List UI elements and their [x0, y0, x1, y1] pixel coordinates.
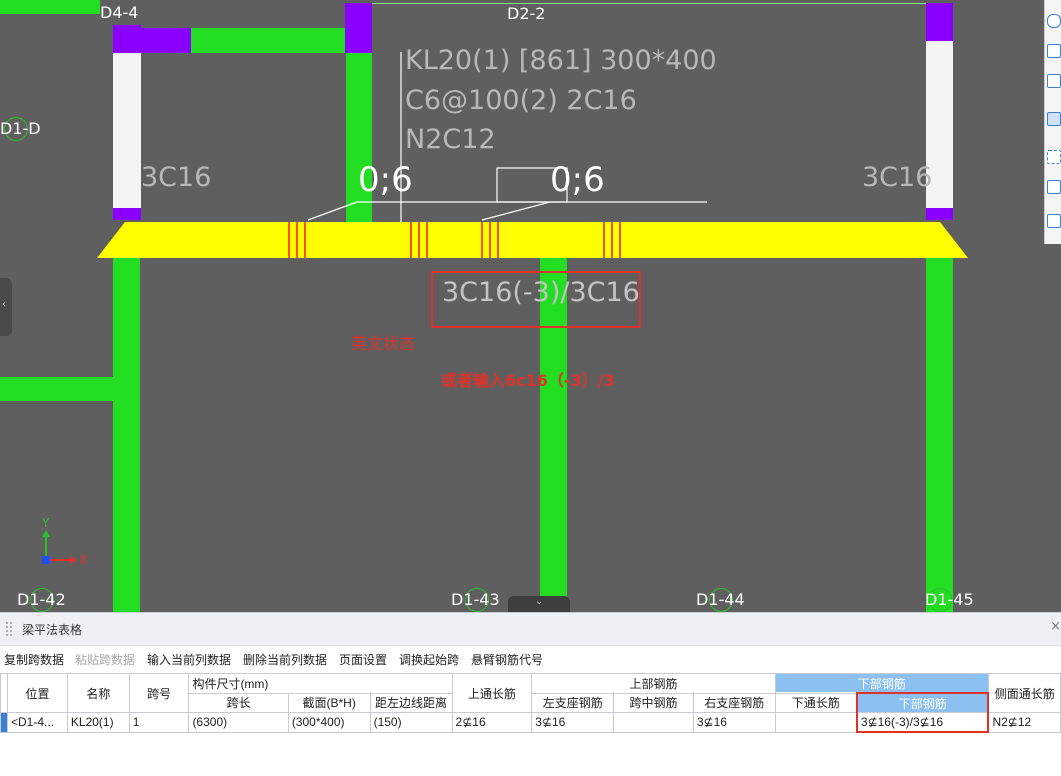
page-setup-button[interactable]: 页面设置: [339, 651, 387, 668]
support-rebar-right: 3C16: [862, 162, 933, 193]
dimension-label-right: 0;6: [550, 160, 605, 200]
close-icon[interactable]: ×: [1050, 619, 1061, 634]
header-edge-distance: 距左边线距离: [369, 692, 453, 713]
chevron-down-icon: ⌄: [535, 596, 544, 607]
note-or-input: 或者输入6c16（-3）/3: [441, 371, 615, 390]
header-member-size: 构件尺寸(mm): [188, 673, 453, 694]
panel-header[interactable]: 梁平法表格 ×: [0, 612, 1061, 646]
coord-y-label: Y: [42, 516, 50, 530]
header-bottom-rebar-group: 下部钢筋: [774, 673, 989, 694]
cantilever-rebar-code-button[interactable]: 悬臂钢筋代号: [471, 651, 543, 668]
cell-right-support[interactable]: 3⊈16: [692, 712, 776, 733]
coordinate-axes-icon: [42, 530, 77, 564]
cell-edge-distance[interactable]: (150): [369, 712, 453, 733]
header-name: 名称: [66, 673, 130, 713]
beam-annotation-line3: N2C12: [405, 124, 496, 155]
header-span-length: 跨长: [188, 692, 289, 713]
box-view-icon[interactable]: [1047, 74, 1061, 88]
cell-name[interactable]: KL20(1): [66, 712, 130, 733]
axis-label-top-left: D4-4: [100, 3, 139, 22]
header-side-continuous: 侧面通长筋: [987, 673, 1061, 713]
delete-current-column-button[interactable]: 删除当前列数据: [243, 651, 327, 668]
drag-grip-icon[interactable]: [6, 622, 12, 636]
selected-beam-kl20: [97, 222, 968, 258]
header-left-support: 左支座钢筋: [531, 692, 615, 713]
header-bottom-continuous: 下通长筋: [774, 692, 858, 713]
paste-span-data-button[interactable]: 粘贴跨数据: [75, 651, 135, 668]
cell-position[interactable]: <D1-4...: [7, 712, 68, 733]
support-rebar-left: 3C16: [141, 162, 212, 193]
header-top-rebar: 上部钢筋: [531, 673, 776, 694]
cell-mid-span[interactable]: [613, 712, 694, 733]
cad-drawing-canvas[interactable]: D4-4 D2-2 D1-D D1-42 D1-43 D1-44 D1-45 K…: [0, 0, 1061, 612]
note-english-state: 英文状态: [351, 334, 416, 353]
axis-label-left: D1-D: [0, 119, 41, 138]
bottom-rebar-label: 3C16(-3)/3C16: [442, 277, 640, 308]
beam-table-panel: 梁平法表格 × 复制跨数据 粘贴跨数据 输入当前列数据 删除当前列数据 页面设置…: [0, 612, 1061, 776]
cube-icon[interactable]: [1047, 180, 1061, 194]
cell-top-continuous[interactable]: 2⊈16: [451, 712, 533, 733]
header-mid-span: 跨中钢筋: [613, 692, 694, 713]
cell-side-continuous[interactable]: N2⊈12: [987, 712, 1061, 733]
row-indicator[interactable]: [0, 712, 8, 733]
select-region-icon[interactable]: [1047, 150, 1061, 164]
axis-label-bottom4: D1-45: [925, 590, 974, 609]
swap-start-span-button[interactable]: 调换起始跨: [399, 651, 459, 668]
cell-section[interactable]: (300*400): [287, 712, 371, 733]
axis-label-bottom3: D1-44: [696, 590, 745, 609]
3d-view-icon[interactable]: [1047, 44, 1061, 58]
box-filled-icon[interactable]: [1047, 112, 1061, 126]
header-right-support: 右支座钢筋: [692, 692, 776, 713]
cloud-icon[interactable]: [1047, 14, 1061, 28]
cell-span-no[interactable]: 1: [128, 712, 190, 733]
dimension-label-left: 0;6: [358, 160, 413, 200]
cell-span-length[interactable]: (6300): [188, 712, 289, 733]
bottom-collapse-handle[interactable]: ⌄: [508, 596, 570, 612]
list-icon[interactable]: [1047, 214, 1061, 228]
beam-annotation-line2: C6@100(2) 2C16: [405, 85, 637, 116]
coord-x-label: X: [79, 553, 88, 567]
cell-bottom-rebar[interactable]: 3⊈16(-3)/3⊈16: [855, 712, 990, 733]
cell-left-support[interactable]: 3⊈16: [531, 712, 615, 733]
panel-title: 梁平法表格: [22, 623, 83, 637]
input-current-column-button[interactable]: 输入当前列数据: [147, 651, 231, 668]
axis-label-bottom2: D1-43: [451, 590, 500, 609]
view-toolbar: [1044, 0, 1061, 244]
left-collapse-handle[interactable]: ‹: [0, 278, 12, 336]
axis-label-top-mid: D2-2: [507, 4, 546, 23]
header-bottom-rebar: 下部钢筋: [855, 692, 990, 713]
header-position: 位置: [7, 673, 68, 713]
row-indicator-header: [0, 673, 8, 713]
copy-span-data-button[interactable]: 复制跨数据: [4, 651, 64, 668]
cell-bottom-continuous[interactable]: [774, 712, 858, 733]
beam-data-table: 位置 名称 跨号 构件尺寸(mm) 上通长筋 上部钢筋 下部钢筋 侧面通长筋 跨…: [0, 673, 1061, 733]
table-row: <D1-4... KL20(1) 1 (6300) (300*400) (150…: [0, 712, 1061, 733]
panel-toolbar: 复制跨数据 粘贴跨数据 输入当前列数据 删除当前列数据 页面设置 调换起始跨 悬…: [0, 648, 1061, 670]
header-section: 截面(B*H): [287, 692, 371, 713]
header-top-continuous: 上通长筋: [451, 673, 533, 713]
beam-annotation-line1: KL20(1) [861] 300*400: [405, 45, 717, 76]
axis-label-bottom1: D1-42: [17, 590, 66, 609]
header-span-no: 跨号: [128, 673, 190, 713]
chevron-left-icon: ‹: [2, 299, 6, 310]
